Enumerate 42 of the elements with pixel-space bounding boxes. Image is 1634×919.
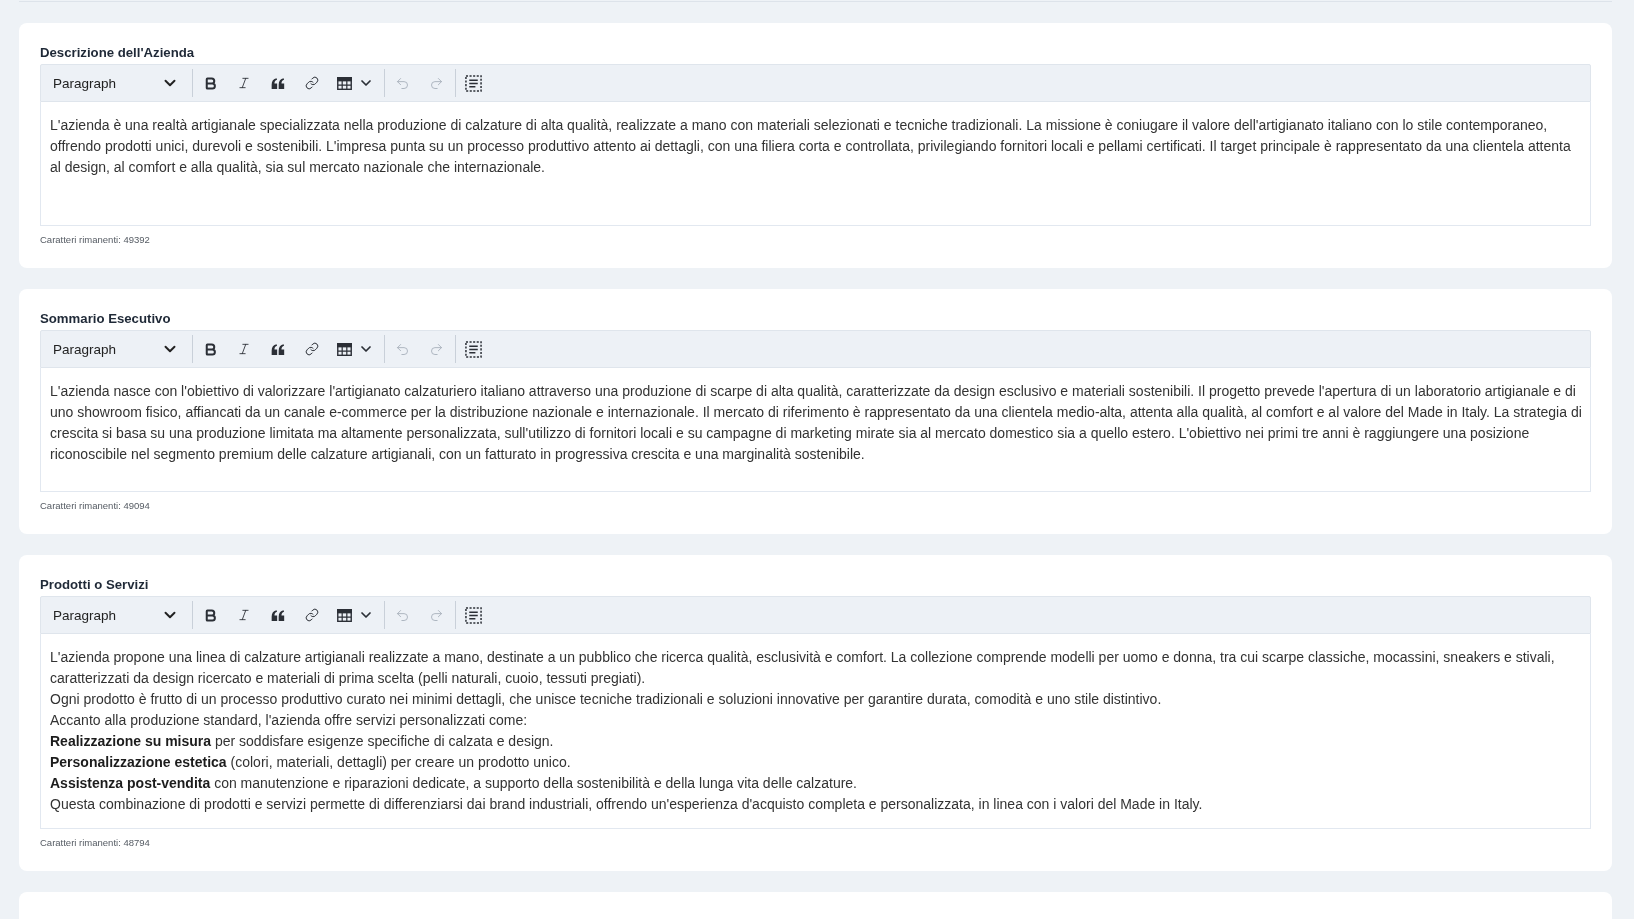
undo-icon: [394, 75, 410, 91]
italic-icon: [237, 608, 251, 622]
link-icon: [305, 608, 319, 622]
redo-icon: [428, 341, 444, 357]
section-label: Prodotti o Servizi: [40, 576, 150, 593]
paragraph-dropdown[interactable]: Paragraph: [41, 597, 190, 633]
undo-icon: [394, 607, 410, 623]
quote-icon: [271, 77, 285, 89]
quote-icon: [271, 343, 285, 355]
editor-paragraph: L'azienda nasce con l'obiettivo di valorizzare l'artigianato calzaturiero italiano attraverso una produzione di scarpe di alta qualità, caratterizzate da design esclusivo e materiali sostenibili. Il progetto prevede l'apertura di un laboratorio artigianale e di uno showroom fisico, affiancati da un canale e-commerce per la distribuzione nazionale e internazionale. Il mercato di riferimento è rappresentato da una clientela medio-alta, attenta alla qualità, al comfort e al valore del Made in Italy. La strategia di crescita si basa su una produzione limitata ma altamente personalizzata, sull'utilizzo di fornitori locali e su campagne di marketing mirate sia al mercato domestico sia a quello estero. L'obiettivo nei primi tre anni è raggiungere una posizione riconoscibile nel segmento premium delle calzature artigianali, con un fatturato in progressiva crescita e una marginalità sostenibile.: [50, 382, 1583, 464]
editor-paragraph: Assistenza post-vendita con manutenzione e riparazioni dedicate, a supporto della sostenibilità e della lunga vita delle calzature.: [50, 774, 858, 793]
section-label: Sommario Esecutivo: [40, 310, 172, 327]
italic-icon: [237, 342, 251, 356]
table-icon: [337, 608, 352, 622]
table-icon: [337, 76, 352, 90]
link-icon: [305, 76, 319, 90]
editor-paragraph: Questa combinazione di prodotti e servizi permette di differenziarsi dai brand industriali, offrendo un'esperienza d'acquisto completa e personalizzata, in linea con i valori del Made in Italy.: [50, 795, 1204, 814]
editor-field[interactable]: [40, 634, 1591, 829]
dashed-box-lines-icon: [464, 74, 482, 92]
remaining-characters: Caratteri rimanenti: 48794: [40, 836, 151, 849]
link-icon: [305, 342, 319, 356]
editor-field[interactable]: [40, 368, 1591, 492]
quote-icon: [271, 609, 285, 621]
editor-field[interactable]: [40, 102, 1591, 226]
editor-paragraph: L'azienda è una realtà artigianale specializzata nella produzione di calzature di alta qualità, realizzate a mano con materiali selezionati e tecniche tradizionali. La missione è coniugare il valore dell'artigianato italiano con lo stile contemporaneo, offrendo prodotti unici, durevoli e sostenibili. L'impresa punta su un processo produttivo attento ai dettagli, con una filiera corta e controllata, privilegiando fornitori locali e pellami certificati. Il target principale è rappresentato da una clientela attenta al design, al comfort e alla qualità, sia sul mercato nazionale che internazionale.: [50, 116, 1572, 177]
editor-paragraph: Personalizzazione estetica (colori, materiali, dettagli) per creare un prodotto unico.: [50, 753, 572, 772]
dashed-box-lines-icon: [464, 340, 482, 358]
italic-icon: [237, 76, 251, 90]
editor-paragraph: Accanto alla produzione standard, l'azienda offre servizi personalizzati come:: [50, 711, 529, 730]
undo-icon: [394, 341, 410, 357]
editor-paragraph: L'azienda propone una linea di calzature artigianali realizzate a mano, destinate a un pubblico che ricerca qualità, esclusività e comfort. La collezione comprende modelli per uomo e donna, tra cui scarpe classiche, mocassini, sneakers e stivali, caratterizzati da design ricercato e materiali di prima scelta (pelli naturali, cuoio, tessuti pregiati).: [50, 648, 1556, 688]
table-icon: [337, 342, 352, 356]
editor-paragraph: Realizzazione su misura per soddisfare esigenze specifiche di calzata e design.: [50, 732, 555, 751]
remaining-characters: Caratteri rimanenti: 49392: [40, 233, 151, 246]
redo-icon: [428, 75, 444, 91]
remaining-characters: Caratteri rimanenti: 49094: [40, 499, 151, 512]
dashed-box-lines-icon: [464, 606, 482, 624]
paragraph-dropdown[interactable]: Paragraph: [41, 65, 190, 101]
paragraph-dropdown[interactable]: Paragraph: [41, 331, 190, 367]
section-label: Descrizione dell'Azienda: [40, 44, 196, 61]
editor-paragraph: Ogni prodotto è frutto di un processo produttivo curato nei minimi dettagli, che unisce tecniche tradizionali e soluzioni innovative per garantire durata, comodità e uno stile distintivo.: [50, 690, 1163, 709]
redo-icon: [428, 607, 444, 623]
